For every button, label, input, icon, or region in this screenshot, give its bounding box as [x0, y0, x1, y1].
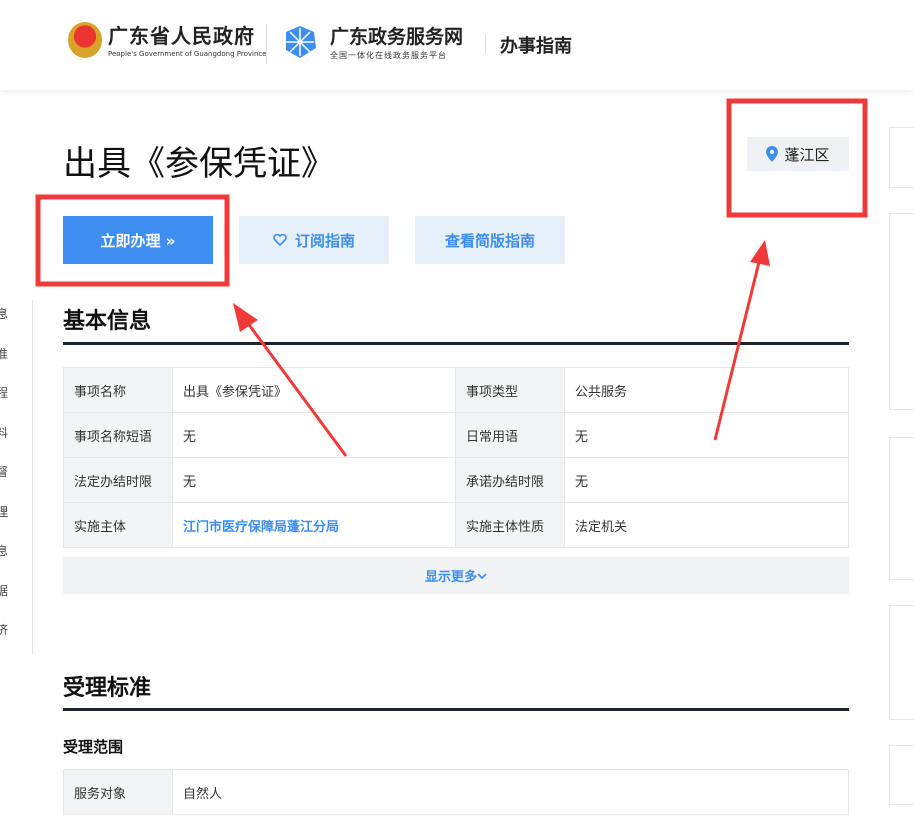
field-value: 出具《参保凭证》 [172, 367, 456, 413]
basic-info-table: 事项名称 出具《参保凭证》 事项类型 公共服务 事项名称短语 无 日常用语 无 … [63, 367, 849, 548]
field-label: 实施主体 [63, 502, 173, 548]
field-value: 无 [172, 412, 456, 458]
table-row: 事项名称短语 无 日常用语 无 [63, 412, 849, 458]
right-panel-card [889, 605, 914, 720]
gov-title[interactable]: 广东省人民政府 [108, 20, 255, 49]
right-panel-card [889, 127, 914, 188]
field-label: 承诺办结时限 [455, 457, 565, 503]
portal-logo-icon [286, 26, 316, 58]
show-more-button[interactable]: 显示更多 [63, 557, 849, 594]
side-nav-item[interactable]: 料 [0, 419, 32, 459]
side-nav-item[interactable]: 息 [0, 300, 32, 340]
field-value: 自然人 [172, 769, 849, 815]
side-nav-item[interactable]: 程 [0, 379, 32, 419]
table-row: 实施主体 江门市医疗保障局蓬江分局 实施主体性质 法定机关 [63, 502, 849, 548]
side-nav: 息 准 程 料 督 理 息 据 济 [0, 300, 33, 655]
region-label: 蓬江区 [784, 145, 830, 164]
field-value: 法定机关 [564, 502, 849, 548]
right-panel-card [889, 213, 914, 410]
divider [63, 342, 849, 345]
right-panel-card [889, 437, 914, 580]
scope-table: 服务对象 自然人 [63, 769, 849, 815]
side-nav-item[interactable]: 理 [0, 498, 32, 538]
implementing-agency-link[interactable]: 江门市医疗保障局蓬江分局 [183, 520, 339, 535]
divider [63, 708, 849, 711]
portal-title[interactable]: 广东政务服务网 [330, 22, 463, 49]
divider [266, 24, 267, 64]
side-nav-item[interactable]: 督 [0, 458, 32, 498]
field-value: 无 [564, 412, 849, 458]
side-nav-item[interactable]: 据 [0, 577, 32, 617]
table-row: 事项名称 出具《参保凭证》 事项类型 公共服务 [63, 367, 849, 413]
portal-subtitle: 全国一体化在线政务服务平台 [330, 51, 447, 60]
side-nav-item[interactable]: 准 [0, 340, 32, 380]
chevron-down-icon [477, 572, 487, 579]
section-title: 办事指南 [500, 36, 572, 57]
table-row: 服务对象 自然人 [63, 769, 849, 815]
subscribe-label: 订阅指南 [294, 231, 355, 250]
field-value: 无 [564, 457, 849, 503]
apply-now-button[interactable]: 立即办理 » [63, 216, 213, 264]
subscribe-guide-button[interactable]: 订阅指南 [239, 216, 389, 264]
page-title: 出具《参保凭证》 [63, 144, 335, 184]
field-label: 事项名称短语 [63, 412, 173, 458]
location-pin-icon [766, 146, 779, 162]
right-panel-card [889, 745, 914, 805]
field-label: 法定办结时限 [63, 457, 173, 503]
side-nav-item[interactable]: 息 [0, 537, 32, 577]
field-value: 公共服务 [564, 367, 849, 413]
region-selector[interactable]: 蓬江区 [747, 137, 849, 171]
simple-guide-button[interactable]: 查看简版指南 [415, 216, 565, 264]
side-nav-item[interactable]: 济 [0, 616, 32, 656]
scope-heading: 受理范围 [63, 738, 124, 756]
field-value: 无 [172, 457, 456, 503]
acceptance-heading: 受理标准 [63, 676, 152, 701]
field-label: 事项类型 [455, 367, 565, 413]
national-emblem-logo [68, 22, 102, 58]
gov-subtitle: People's Government of Guangdong Provinc… [108, 50, 267, 58]
field-label: 实施主体性质 [455, 502, 565, 548]
table-row: 法定办结时限 无 承诺办结时限 无 [63, 457, 849, 503]
field-label: 服务对象 [63, 769, 173, 815]
field-label: 日常用语 [455, 412, 565, 458]
basic-info-heading: 基本信息 [63, 309, 152, 334]
show-more-label: 显示更多 [424, 570, 477, 585]
heart-icon [273, 234, 287, 246]
field-label: 事项名称 [63, 367, 173, 413]
divider [485, 34, 486, 54]
site-header: 广东省人民政府 People's Government of Guangdong… [0, 0, 914, 90]
